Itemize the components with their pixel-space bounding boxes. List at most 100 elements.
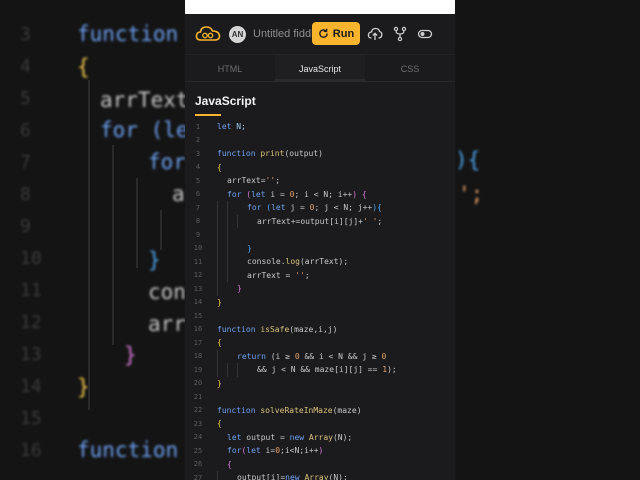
- background-line-number: 13: [20, 344, 42, 365]
- code-token: ≥: [285, 351, 295, 361]
- code-line[interactable]: 25 for(let i=0;i<N;i++): [185, 444, 455, 458]
- indent-guide: [217, 363, 218, 377]
- line-number: 11: [193, 257, 203, 266]
- code-token: ): [352, 189, 362, 199]
- background-code-line: function: [77, 438, 191, 462]
- fork-icon[interactable]: [392, 26, 408, 42]
- code-line[interactable]: 19 && j < N && maze[i][j] == 1);: [185, 363, 455, 377]
- line-number: 17: [193, 338, 203, 347]
- code-token: output =: [246, 432, 290, 442]
- indent-guide: [227, 363, 228, 377]
- code-token: arrText =: [247, 270, 296, 280]
- code-editor[interactable]: 1 let N; 2 3 function print(output) 4{5 arrTex…: [185, 120, 455, 480]
- line-number: 8: [195, 217, 201, 226]
- cloud-upload-icon[interactable]: [367, 26, 383, 42]
- code-line[interactable]: 24 let output = new Array(N);: [185, 431, 455, 445]
- line-number: 18: [193, 352, 203, 361]
- code-line[interactable]: 10}: [185, 241, 455, 255]
- code-line[interactable]: 5 arrText='';: [185, 174, 455, 188]
- background-code-line: }: [148, 248, 161, 272]
- background-indent-guide: [136, 178, 138, 268]
- code-token: 0: [381, 351, 387, 361]
- code-line[interactable]: 6 for (let i = 0; i < N; i++) {: [185, 188, 455, 202]
- background-code-line: arr: [148, 312, 186, 336]
- code-line[interactable]: 18 return (i ≥ 0 && i < N && j ≥ 0: [185, 349, 455, 363]
- code-token: ;: [304, 270, 310, 280]
- code-line[interactable]: 9: [185, 228, 455, 242]
- background-code-line: ';: [458, 182, 484, 206]
- code-token: let: [271, 203, 291, 213]
- background-code-line: arrText: [100, 88, 189, 112]
- code-line[interactable]: 11 console.log(arrText);: [185, 255, 455, 269]
- code-token: for: [227, 446, 242, 456]
- background-indent-guide: [88, 80, 90, 410]
- indent-guide: [217, 201, 218, 215]
- code-line[interactable]: 15: [185, 309, 455, 323]
- code-line[interactable]: 17 {: [185, 336, 455, 350]
- code-token: }: [237, 284, 242, 294]
- line-number: 4: [195, 163, 201, 172]
- avatar[interactable]: AN: [229, 25, 246, 43]
- indent-guide: [217, 282, 218, 296]
- code-line[interactable]: 7 for (let j = 0; j < N; j++){: [185, 201, 455, 215]
- code-line[interactable]: 14}: [185, 296, 455, 310]
- code-token: && i < N && j: [299, 351, 372, 361]
- code-line[interactable]: 26 {: [185, 458, 455, 472]
- code-token: {: [217, 419, 222, 429]
- code-line[interactable]: 13}: [185, 282, 455, 296]
- code-line[interactable]: 27 output[i]=new Array(N);: [185, 471, 455, 480]
- line-number: 9: [195, 230, 201, 239]
- indent-guide: [227, 201, 228, 215]
- code-token: (N);: [332, 432, 353, 442]
- cloud-logo-icon[interactable]: [195, 24, 221, 44]
- code-line[interactable]: 22 function solveRateInMaze(maze): [185, 404, 455, 418]
- code-line[interactable]: 8 arrText+=output[i][j]+' ';: [185, 214, 455, 228]
- toggle-icon[interactable]: [417, 26, 433, 42]
- code-line[interactable]: 23 {: [185, 417, 455, 431]
- code-token: let: [251, 189, 271, 199]
- tab-html[interactable]: HTML: [185, 55, 275, 81]
- line-number: 13: [193, 284, 203, 293]
- editor-panel: AN Untitled fiddle Run HTML JavaScript C…: [185, 0, 455, 480]
- code-line[interactable]: 21: [185, 390, 455, 404]
- code-token: for: [247, 203, 267, 213]
- code-line[interactable]: 4{: [185, 161, 455, 175]
- code-text: let output = new Array(N);: [211, 433, 352, 442]
- code-line[interactable]: 12 arrText = '';: [185, 268, 455, 282]
- code-token: Array: [308, 432, 333, 442]
- code-token: ;: [275, 176, 281, 186]
- background-indent-guide: [160, 210, 162, 250]
- background-line-number: 11: [20, 280, 42, 301]
- line-number: 7: [195, 203, 201, 212]
- code-token: for: [227, 189, 247, 199]
- code-text: }: [211, 284, 242, 293]
- code-line[interactable]: 3 function print(output): [185, 147, 455, 161]
- code-text: function isSafe(maze,i,j): [211, 325, 337, 334]
- line-number: 14: [193, 298, 203, 307]
- code-line[interactable]: 20}: [185, 377, 455, 391]
- tab-javascript[interactable]: JavaScript: [275, 55, 365, 81]
- run-button[interactable]: Run: [312, 22, 360, 45]
- code-token: output[i]=: [237, 473, 286, 480]
- code-token: (N);: [328, 473, 348, 480]
- code-line[interactable]: 16 function isSafe(maze,i,j): [185, 323, 455, 337]
- fiddle-title[interactable]: Untitled fiddle: [253, 28, 313, 40]
- line-number: 19: [193, 365, 203, 374]
- code-line[interactable]: 2: [185, 134, 455, 148]
- code-text: for(let i=0;i<N;i++): [211, 446, 323, 455]
- code-token: let: [246, 446, 266, 456]
- line-number: 21: [193, 392, 203, 401]
- title-underline: [195, 114, 221, 116]
- line-number: 16: [193, 325, 203, 334]
- code-text: {: [211, 163, 222, 172]
- code-line[interactable]: 1 let N;: [185, 120, 455, 134]
- code-token: {: [217, 338, 222, 348]
- background-code-line: for: [148, 150, 186, 174]
- line-number: 23: [193, 419, 203, 428]
- line-number: 26: [193, 460, 203, 469]
- code-token: }: [217, 378, 222, 388]
- code-token: ≥: [371, 351, 382, 361]
- tab-css[interactable]: CSS: [365, 55, 455, 81]
- code-text: }: [211, 298, 222, 307]
- line-number: 2: [195, 136, 201, 145]
